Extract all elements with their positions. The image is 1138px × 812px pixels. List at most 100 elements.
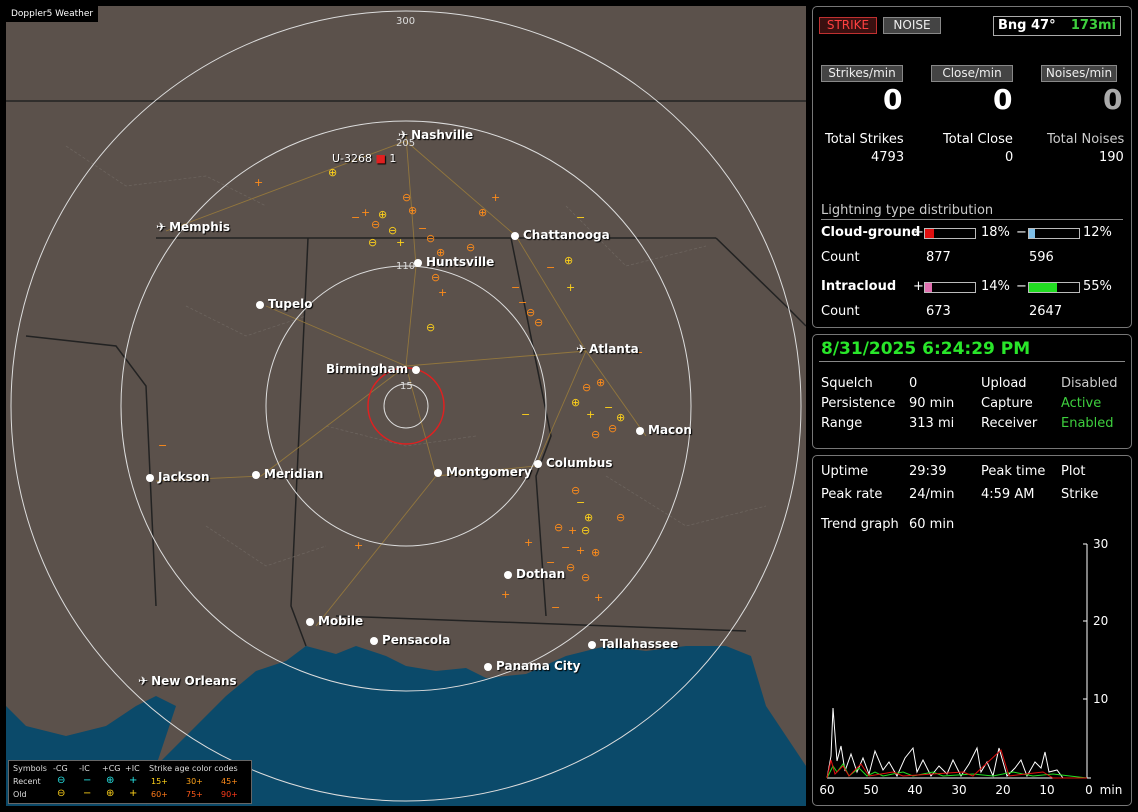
svg-text:⊖: ⊖ (402, 191, 411, 204)
city-meridian: Meridian (252, 467, 323, 481)
distance-value: 173mi (1070, 18, 1116, 33)
neg-ic-recent-icon: − (83, 775, 92, 786)
svg-text:⊖: ⊖ (554, 521, 563, 534)
svg-text:−: − (576, 496, 585, 509)
uptime-value: 29:39 (909, 464, 947, 479)
bearing-box: Bng 47° 173mi (993, 16, 1121, 36)
cg-positive-fill (925, 229, 934, 238)
city-macon: Macon (636, 423, 692, 437)
persistence-value: 90 min (909, 396, 955, 411)
svg-text:⊕: ⊕ (584, 511, 593, 524)
city-dot-icon (306, 617, 314, 626)
trend-panel: Uptime 29:39 Peak time Plot Peak rate 24… (812, 455, 1132, 806)
svg-text:⊖: ⊖ (608, 422, 617, 435)
city-dot-icon (588, 640, 596, 649)
age-60: 60+ (151, 790, 168, 799)
track-label: U-3268 ■ 1 (332, 152, 397, 165)
ic-negative-count: 2647 (1029, 304, 1063, 319)
ring-label-15: 15 (400, 381, 413, 392)
svg-text:⊕: ⊕ (591, 546, 600, 559)
svg-text:⊖: ⊖ (616, 511, 625, 524)
neg-cg-old-icon: ⊖ (57, 788, 66, 799)
svg-text:−: − (551, 601, 560, 614)
city-pensacola: Pensacola (370, 633, 450, 647)
app-title: Doppler5 Weather (6, 6, 99, 22)
svg-text:−: − (576, 211, 585, 224)
distribution-title: Lightning type distribution (821, 203, 994, 218)
svg-text:⊕: ⊕ (616, 411, 625, 424)
age-30: 30+ (186, 777, 203, 786)
lightning-map[interactable]: − + ⊖ ⊕ ⊖ + ⊖ ⊕ − ⊖ ⊕ ⊖ ⊕ + ⊕ + ⊖ + ⊖ ⊖ − − ⊖ ⊖ − ⊕ +… (6, 6, 806, 806)
svg-text:⊕: ⊕ (596, 376, 605, 389)
city-huntsville: Huntsville (414, 255, 494, 269)
x-tick-0: 0 (1085, 783, 1093, 797)
ring-label-300: 300 (396, 16, 416, 27)
svg-text:⊖: ⊖ (426, 232, 435, 245)
cg-negative-bar (1028, 228, 1080, 239)
cg-positive-pct: 18% (981, 225, 1010, 240)
svg-text:⊕: ⊕ (408, 204, 417, 217)
noises-per-min-button[interactable]: Noises/min (1041, 65, 1117, 82)
svg-text:⊖: ⊖ (591, 428, 600, 441)
svg-text:+: + (254, 176, 263, 189)
ic-positive-count: 673 (926, 304, 951, 319)
intracloud-label: Intracloud (821, 279, 897, 294)
svg-text:+: + (576, 544, 585, 557)
city-columbus: Columbus (534, 456, 613, 470)
svg-text:−: − (158, 439, 167, 452)
city-dot-icon (370, 636, 378, 645)
svg-text:+: + (438, 286, 447, 299)
cg-negative-pct: 12% (1083, 225, 1112, 240)
city-dot-icon (534, 459, 542, 468)
svg-text:+: + (501, 588, 510, 601)
legend-neg-ic: -IC (79, 764, 90, 773)
strikes-per-min-value: 0 (883, 83, 903, 116)
plot-value[interactable]: Strike (1061, 487, 1098, 502)
strike-stats-panel: STRIKE NOISE Bng 47° 173mi Strikes/min C… (812, 6, 1132, 328)
svg-text:⊖: ⊖ (582, 381, 591, 394)
trend-graph: 30 20 10 60 50 40 30 20 10 0 min (819, 537, 1123, 797)
strike-cluster-south: ⊖− ⊕⊖ + ⊖ − + ⊕− ⊖⊖ ⊖+ ++ −+ (354, 484, 625, 614)
divider (821, 219, 1123, 220)
pos-ic-old-icon: + (129, 788, 138, 799)
airport-icon: ✈ (138, 674, 149, 688)
noise-button[interactable]: NOISE (883, 17, 941, 34)
x-unit-label: min (1100, 783, 1123, 797)
peak-rate-value: 24/min (909, 487, 955, 502)
ic-negative-pct: 55% (1083, 279, 1112, 294)
city-birmingham: Birmingham (326, 362, 424, 376)
squelch-value: 0 (909, 376, 918, 391)
datetime: 8/31/2025 6:24:29 PM (821, 339, 1031, 359)
cloud-ground-label: Cloud-ground (821, 225, 921, 240)
svg-text:−: − (546, 261, 555, 274)
capture-label: Capture (981, 396, 1033, 411)
ic-positive-bar (924, 282, 976, 293)
legend-neg-cg: -CG (53, 764, 68, 773)
strikes-per-min-button[interactable]: Strikes/min (821, 65, 903, 82)
svg-text:+: + (361, 206, 370, 219)
city-dothan: Dothan (504, 567, 565, 581)
city-dot-icon (434, 468, 442, 477)
cg-negative-count: 596 (1029, 250, 1054, 265)
age-75: 75+ (186, 790, 203, 799)
close-per-min-button[interactable]: Close/min (931, 65, 1013, 82)
city-panama-city: Panama City (484, 659, 580, 673)
svg-text:+: + (586, 408, 595, 421)
ic-positive-pct: 14% (981, 279, 1010, 294)
svg-text:+: + (566, 281, 575, 294)
status-panel: 8/31/2025 6:24:29 PM Squelch 0 Upload Di… (812, 334, 1132, 449)
city-dot-icon (412, 365, 421, 374)
map-canvas: − + ⊖⊕ ⊖+ ⊖⊕ −⊖ ⊕ ⊖ ⊕+ ⊕+ ⊖+ ⊖⊖ −− ⊖⊖ −⊕ +… (6, 10, 806, 806)
neg-ic-old-icon: − (83, 788, 92, 799)
ic-positive-fill (925, 283, 932, 292)
ic-minus-sign: − (1016, 279, 1027, 294)
airport-icon: ✈ (398, 128, 409, 142)
x-tick-50: 50 (863, 783, 878, 797)
svg-text:⊕: ⊕ (571, 396, 580, 409)
cg-positive-bar (924, 228, 976, 239)
pos-cg-old-icon: ⊕ (106, 788, 115, 799)
strike-button[interactable]: STRIKE (819, 17, 877, 34)
cg-plus-sign: + (913, 225, 924, 240)
x-tick-30: 30 (951, 783, 966, 797)
ring-label-110: 110 (396, 261, 416, 272)
